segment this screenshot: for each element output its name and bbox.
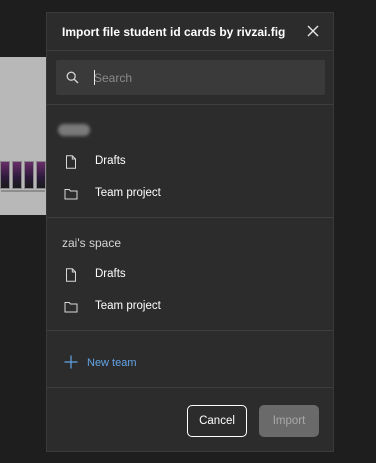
- file-icon: [66, 155, 76, 169]
- new-team-section: New team: [47, 342, 333, 388]
- thumbnail-caption: [1, 190, 45, 192]
- folder-icon: [64, 189, 78, 200]
- import-dialog: Import file student id cards by rivzai.f…: [46, 12, 334, 452]
- workspace-section: Drafts Team project: [47, 117, 333, 218]
- workspace-section: zai's space Drafts Team project: [47, 230, 333, 331]
- card-preview: [12, 161, 22, 189]
- drafts-row[interactable]: Drafts: [47, 147, 333, 177]
- space-owner-label: zai's space: [62, 236, 121, 250]
- search-icon: [66, 71, 79, 84]
- dialog-title: Import file student id cards by rivzai.f…: [62, 25, 286, 39]
- canvas-thumbnail: [0, 57, 46, 215]
- close-icon[interactable]: [305, 23, 321, 39]
- new-team-button[interactable]: New team: [47, 349, 333, 379]
- new-team-label: New team: [87, 357, 137, 369]
- text-caret: [94, 70, 95, 85]
- file-icon: [66, 268, 76, 282]
- drafts-label: Drafts: [95, 268, 126, 280]
- drafts-label: Drafts: [95, 155, 126, 167]
- card-preview: [36, 161, 46, 189]
- search-input[interactable]: [94, 69, 304, 87]
- team-project-row[interactable]: Team project: [47, 179, 333, 209]
- folder-icon: [64, 302, 78, 313]
- plus-icon: [64, 355, 78, 369]
- team-project-label: Team project: [95, 300, 161, 312]
- team-project-label: Team project: [95, 187, 161, 199]
- team-project-row[interactable]: Team project: [47, 292, 333, 322]
- search-area: [47, 51, 333, 105]
- card-preview: [0, 161, 10, 189]
- cancel-button[interactable]: Cancel: [187, 405, 247, 437]
- card-preview: [24, 161, 34, 189]
- dialog-header: Import file student id cards by rivzai.f…: [47, 13, 333, 51]
- search-box[interactable]: [56, 60, 325, 95]
- import-button[interactable]: Import: [259, 405, 319, 437]
- blurred-owner-name: [58, 124, 90, 136]
- card-previews: [0, 161, 46, 189]
- drafts-row[interactable]: Drafts: [47, 260, 333, 290]
